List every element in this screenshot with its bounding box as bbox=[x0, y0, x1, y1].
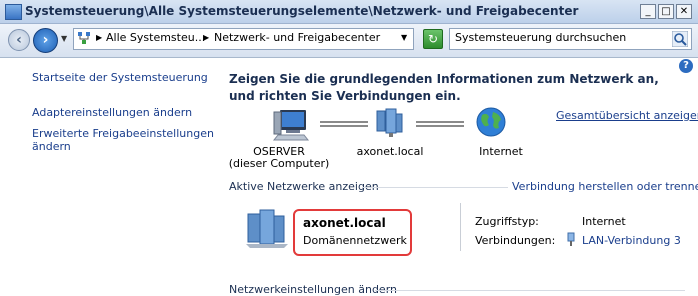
window-title: Systemsteuerung\Alle Systemsteuerungsele… bbox=[25, 4, 579, 18]
access-type-label: Zugriffstyp: bbox=[475, 215, 539, 228]
internet-globe-icon[interactable] bbox=[475, 106, 507, 138]
internet-label: Internet bbox=[479, 145, 523, 158]
history-dropdown-icon[interactable]: ▼ bbox=[61, 34, 67, 43]
network-name[interactable]: axonet.local bbox=[303, 216, 386, 230]
refresh-button[interactable]: ↻ bbox=[423, 29, 443, 49]
crumb-separator-icon[interactable]: ▶ bbox=[203, 33, 209, 42]
sidebar-item-sharing-settings[interactable]: Erweiterte Freigabeeinstellungen bbox=[32, 127, 214, 140]
breadcrumb-all-items[interactable]: Alle Systemsteu... bbox=[106, 31, 205, 44]
sidebar-item-sharing-settings-line2[interactable]: ändern bbox=[32, 140, 71, 153]
active-networks-heading: Aktive Netzwerke anzeigen bbox=[229, 180, 379, 193]
network-map-label: axonet.local bbox=[356, 145, 424, 158]
sidebar-item-home[interactable]: Startseite der Systemsteuerung bbox=[32, 71, 208, 84]
sidebar-item-adapter-settings[interactable]: Adaptereinstellungen ändern bbox=[32, 106, 192, 119]
maximize-button[interactable]: □ bbox=[658, 4, 674, 19]
domain-network-large-icon bbox=[246, 209, 288, 248]
network-type-link[interactable]: Domänennetzwerk bbox=[303, 234, 407, 247]
connect-disconnect-link[interactable]: Verbindung herstellen oder trennen bbox=[512, 180, 698, 193]
connection-line bbox=[416, 121, 464, 127]
section-divider bbox=[375, 290, 685, 291]
full-map-link[interactable]: Gesamtübersicht anzeigen bbox=[556, 109, 698, 122]
change-settings-heading: Netzwerkeinstellungen ändern bbox=[229, 283, 397, 296]
network-small-icon bbox=[78, 32, 90, 44]
access-type-value: Internet bbox=[582, 215, 626, 228]
task-pane bbox=[0, 58, 211, 295]
close-button[interactable]: ✕ bbox=[676, 4, 692, 19]
breadcrumb-network-center[interactable]: Netzwerk- und Freigabecenter bbox=[214, 31, 380, 44]
forward-button[interactable]: › bbox=[33, 28, 58, 53]
lan-connection-link[interactable]: LAN-Verbindung 3 bbox=[582, 234, 681, 247]
computer-sub: (dieser Computer) bbox=[228, 157, 330, 170]
address-dropdown-icon[interactable]: ▼ bbox=[401, 33, 407, 42]
connections-label: Verbindungen: bbox=[475, 234, 556, 247]
search-icon[interactable] bbox=[672, 31, 688, 47]
crumb-separator-icon[interactable]: ▶ bbox=[96, 33, 102, 42]
help-icon[interactable]: ? bbox=[679, 59, 693, 73]
vertical-divider bbox=[460, 203, 461, 251]
lan-connection-icon[interactable] bbox=[566, 232, 576, 246]
search-placeholder: Systemsteuerung durchsuchen bbox=[455, 31, 627, 44]
section-divider bbox=[362, 187, 508, 188]
page-heading: Zeigen Sie die grundlegenden Information… bbox=[229, 72, 659, 103]
connection-line bbox=[320, 121, 368, 127]
back-button[interactable]: ‹ bbox=[8, 29, 30, 51]
control-panel-icon bbox=[5, 4, 22, 20]
computer-icon[interactable] bbox=[270, 108, 310, 142]
domain-network-icon[interactable] bbox=[374, 107, 406, 139]
minimize-button[interactable]: _ bbox=[640, 4, 656, 19]
